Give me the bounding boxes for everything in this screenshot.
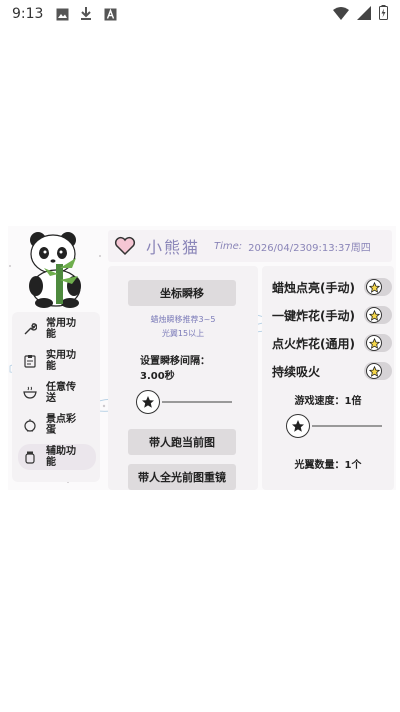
toggle-knob [366,279,382,295]
toggle-switch[interactable] [364,306,392,324]
wrench-icon [22,321,38,337]
sidebar-item-utility[interactable]: 实用功能 [18,348,96,374]
toggle-label: 一键炸花(手动) [272,309,354,323]
app-title: 小熊猫 [146,238,201,257]
jar-icon [22,449,38,465]
toggle-switch[interactable] [364,278,392,296]
star-icon [368,365,380,377]
toggle-knob [366,363,382,379]
panda-avatar [29,232,81,308]
toggle-row[interactable]: 一键炸花(手动) [272,304,392,326]
toggle-label: 蜡烛点亮(手动) [272,281,354,295]
download-icon [79,7,93,21]
slider-knob[interactable] [286,414,310,438]
hint-line-1: 蜡烛瞬移推荐3~5 [150,315,216,324]
time-value: 2026/04/2309:13:37周四 [248,242,371,254]
sidebar-item-label: 辅助功能 [46,446,76,468]
toggles-card: 蜡烛点亮(手动) 一键炸花(手动) 点火炸花(通用) 持续吸火 游戏速度：1倍 … [262,266,394,490]
clipboard-icon [22,353,38,369]
toggle-row[interactable]: 蜡烛点亮(手动) [272,276,392,298]
star-icon [368,337,380,349]
header-bar: 小熊猫 Time: 2026/04/2309:13:37周四 [108,230,392,262]
interval-value: 3.00秒 [140,371,175,382]
status-time: 9:13 [12,6,44,22]
wings-label: 光翼数量：1个 [294,460,362,471]
lantern-icon [22,417,38,433]
sidebar-item-teleport[interactable]: 任意传送 [18,380,96,406]
signal-icon [357,5,371,24]
sidebar-item-assist[interactable]: 辅助功能 [18,444,96,470]
sidebar-item-label: 任意传送 [46,382,76,404]
toggle-row[interactable]: 持续吸火 [272,360,392,382]
font-icon [103,7,117,21]
bowl-icon [22,385,38,401]
toggle-switch[interactable] [364,334,392,352]
star-icon [368,309,380,321]
sidebar-nav: 常用功能 实用功能 任意传送 景点彩蛋 辅助功能 [12,312,100,482]
toggle-label: 点火炸花(通用) [272,337,354,351]
slider-track [312,425,382,427]
run-current-map-button[interactable]: 带人跑当前图 [128,429,236,455]
speed-slider[interactable] [286,414,382,438]
sidebar-item-easter-eggs[interactable]: 景点彩蛋 [18,412,96,438]
hint-line-2: 光翼15以上 [161,329,205,338]
interval-label: 设置瞬移间隔： [140,356,210,367]
time-label: Time: [214,240,243,252]
status-bar: 9:13 [0,0,400,28]
slider-knob[interactable] [136,390,160,414]
slider-track [162,401,232,403]
left-column: 常用功能 实用功能 任意传送 景点彩蛋 辅助功能 [8,226,104,490]
sidebar-item-label: 实用功能 [46,350,76,372]
toggle-label: 持续吸火 [272,365,321,379]
partial-button[interactable]: 带人全光前图重镜 [128,464,236,490]
sidebar-item-common[interactable]: 常用功能 [18,316,96,342]
cheat-menu-panel: 常用功能 实用功能 任意传送 景点彩蛋 辅助功能 小熊猫 Time: 2026/… [8,226,396,490]
sidebar-item-label: 常用功能 [46,318,76,340]
speed-label: 游戏速度：1倍 [294,396,362,407]
battery-icon [379,4,388,24]
toggle-row[interactable]: 点火炸花(通用) [272,332,392,354]
heart-icon [114,236,136,256]
wifi-icon [333,5,349,24]
star-icon [292,420,304,432]
star-icon [142,396,154,408]
star-icon [368,281,380,293]
interval-slider[interactable] [136,390,232,414]
teleport-settings-card: 坐标瞬移 蜡烛瞬移推荐3~5 光翼15以上 设置瞬移间隔： 3.00秒 带人跑当… [108,266,258,490]
coord-teleport-button[interactable]: 坐标瞬移 [128,280,236,306]
toggle-knob [366,335,382,351]
sidebar-item-label: 景点彩蛋 [46,414,76,436]
toggle-switch[interactable] [364,362,392,380]
toggle-knob [366,307,382,323]
image-icon [55,7,69,21]
